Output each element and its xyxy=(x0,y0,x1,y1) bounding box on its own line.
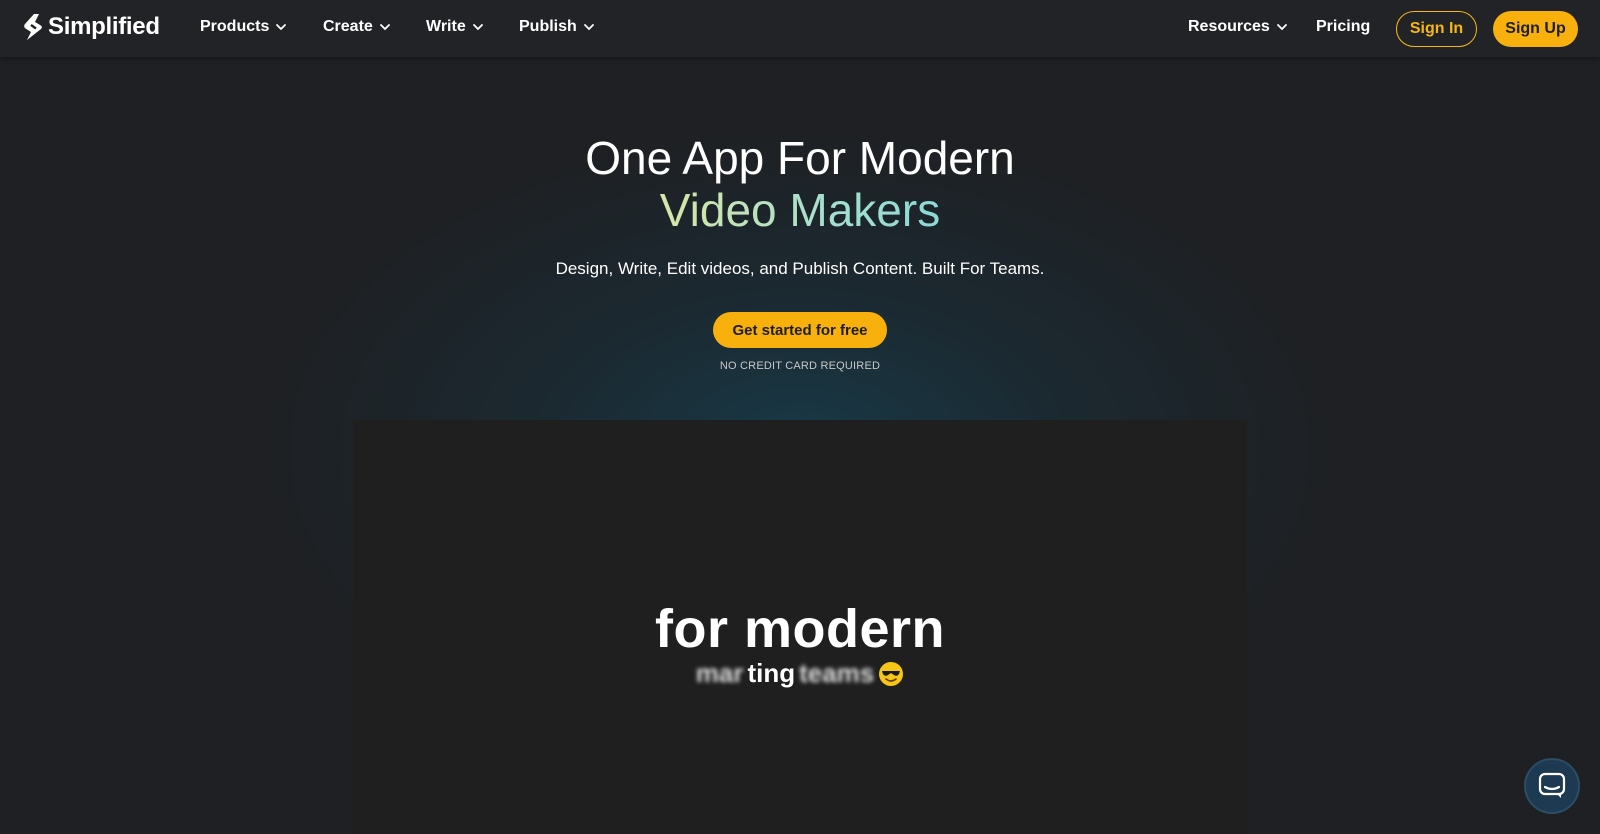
sign-in-button[interactable]: Sign In xyxy=(1396,11,1477,47)
video-caption-line1: for modern xyxy=(654,599,945,659)
nav-item-label: Create xyxy=(323,18,373,35)
sign-up-button[interactable]: Sign Up xyxy=(1493,11,1578,47)
brand-logo[interactable]: Simplified xyxy=(22,13,160,41)
top-nav: Simplified Products Create Write Publish… xyxy=(0,0,1600,57)
video-caption-blur-word: mar xyxy=(695,658,744,688)
chevron-down-icon xyxy=(472,24,483,31)
nav-item-label: Publish xyxy=(519,18,577,35)
video-caption-word: ting xyxy=(747,658,796,688)
get-started-button[interactable]: Get started for free xyxy=(713,312,887,348)
nav-item-label: Write xyxy=(426,18,466,35)
nav-item-label: Products xyxy=(200,18,270,35)
nav-item-label: Resources xyxy=(1188,18,1270,35)
chevron-down-icon xyxy=(1276,24,1287,31)
nav-item-write[interactable]: Write xyxy=(426,18,484,36)
nav-item-products[interactable]: Products xyxy=(200,18,287,36)
hero-title: One App For Modern xyxy=(585,132,1015,184)
hero-subtitle: Design, Write, Edit videos, and Publish … xyxy=(555,259,1045,278)
nav-item-resources[interactable]: Resources xyxy=(1188,18,1288,36)
nav-item-create[interactable]: Create xyxy=(323,18,391,36)
brand-name: Simplified xyxy=(48,13,160,40)
video-caption-line2: mar ting teams xyxy=(353,658,1247,689)
chevron-down-icon xyxy=(276,24,287,31)
chevron-down-icon xyxy=(379,24,390,31)
nav-item-label: Pricing xyxy=(1316,18,1371,35)
nav-item-publish[interactable]: Publish xyxy=(519,18,595,36)
sunglasses-emoji-icon xyxy=(879,661,904,686)
video-caption-end-word: teams xyxy=(799,658,875,688)
chat-widget-button[interactable] xyxy=(1524,758,1580,814)
chat-bubble-icon xyxy=(1538,772,1566,798)
hero-video[interactable]: for modern mar ting teams xyxy=(353,420,1247,834)
hero-title-highlight: Video Makers xyxy=(0,184,1600,236)
simplified-logo-icon xyxy=(24,14,42,40)
nav-item-pricing[interactable]: Pricing xyxy=(1316,18,1370,36)
no-credit-card-note: NO CREDIT CARD REQUIRED xyxy=(719,360,881,372)
chevron-down-icon xyxy=(583,24,594,31)
hero-title-highlight-text: Video Makers xyxy=(659,184,941,236)
